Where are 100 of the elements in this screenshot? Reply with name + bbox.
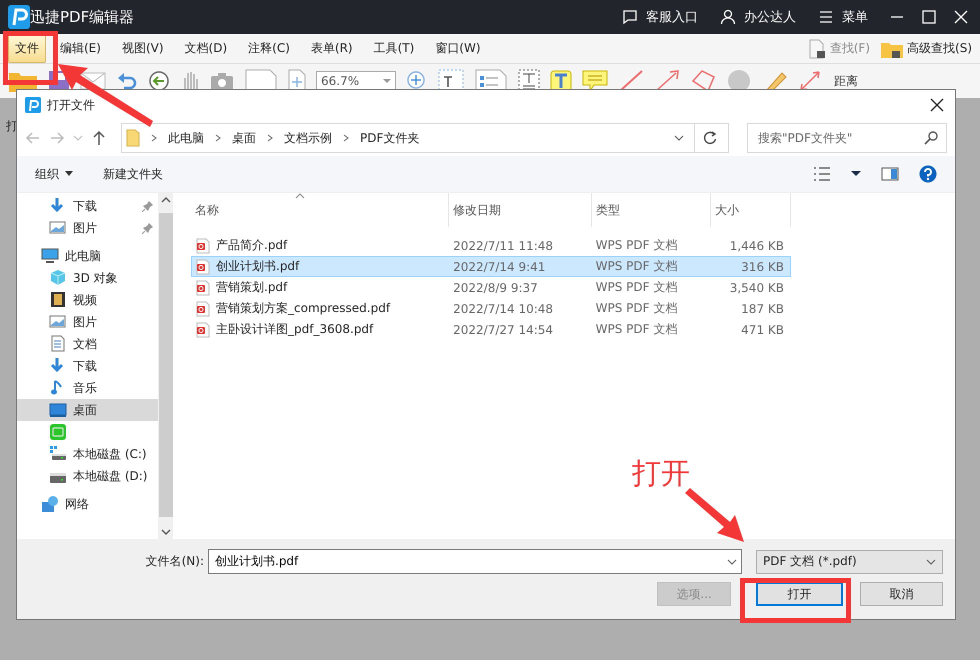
dropdown-caret-icon bbox=[727, 558, 737, 566]
menu-item[interactable]: 编辑(E) bbox=[53, 34, 108, 63]
organize-menu[interactable]: 组织 bbox=[35, 166, 73, 182]
nav-item[interactable]: 下载 bbox=[17, 195, 158, 217]
search-icon bbox=[924, 131, 938, 145]
file-type-dropdown[interactable]: PDF 文档 (*.pdf) bbox=[756, 550, 943, 574]
preview-pane-icon[interactable] bbox=[881, 167, 899, 181]
file-type: WPS PDF 文档 bbox=[594, 258, 678, 275]
pdf-file-icon bbox=[196, 300, 210, 316]
up-icon[interactable] bbox=[91, 130, 107, 146]
distance-label: 距离 bbox=[834, 72, 858, 90]
pdf-file-icon bbox=[196, 238, 210, 254]
monitor-icon bbox=[41, 247, 59, 265]
menu-item[interactable]: 文件 bbox=[8, 34, 46, 63]
help-icon[interactable] bbox=[919, 165, 937, 183]
text-tool-icon[interactable] bbox=[550, 70, 572, 92]
nav-item[interactable]: 网络 bbox=[17, 493, 158, 515]
nav-item[interactable]: 3D 对象 bbox=[17, 267, 158, 289]
app-icon bbox=[49, 423, 67, 441]
find-document-icon bbox=[806, 38, 827, 58]
menu-item[interactable]: 工具(T) bbox=[366, 34, 422, 63]
close-icon[interactable] bbox=[954, 10, 968, 24]
column-header[interactable]: 名称 bbox=[191, 193, 449, 227]
chevron-icon bbox=[266, 134, 274, 142]
breadcrumb-item[interactable]: 此电脑 bbox=[168, 130, 204, 146]
breadcrumb-item[interactable]: PDF文件夹 bbox=[360, 130, 420, 146]
file-name: 创业计划书.pdf bbox=[216, 258, 300, 275]
scrollbar[interactable] bbox=[158, 193, 173, 539]
caret-icon[interactable] bbox=[851, 171, 861, 177]
film-icon bbox=[49, 291, 67, 309]
column-header[interactable]: 大小 bbox=[711, 193, 791, 227]
nav-item[interactable]: 文档 bbox=[17, 333, 158, 355]
file-size: 1,446 KB bbox=[728, 238, 785, 252]
column-header[interactable]: 类型 bbox=[592, 193, 711, 227]
menu-item[interactable]: 视图(V) bbox=[114, 34, 171, 63]
file-type: WPS PDF 文档 bbox=[594, 237, 678, 254]
network-icon bbox=[41, 495, 59, 513]
cancel-button[interactable]: 取消 bbox=[860, 582, 943, 606]
pdf-file-icon bbox=[196, 280, 210, 296]
file-row[interactable]: 营销策划方案_compressed.pdf 2022/7/14 10:48 WPS PDF 文档 187 KB bbox=[191, 298, 791, 319]
file-name: 产品简介.pdf bbox=[216, 237, 288, 254]
undo-icon[interactable] bbox=[116, 71, 138, 91]
file-type: WPS PDF 文档 bbox=[594, 321, 678, 338]
file-date: 2022/7/14 9:41 bbox=[452, 260, 546, 274]
menu-item[interactable]: 表单(R) bbox=[304, 34, 360, 63]
zoom-dropdown[interactable]: 66.7% bbox=[316, 71, 396, 91]
menu-icon bbox=[818, 9, 834, 25]
header-link[interactable]: 办公达人 bbox=[720, 8, 796, 26]
file-row[interactable]: 创业计划书.pdf 2022/7/14 9:41 WPS PDF 文档 316 KB bbox=[191, 256, 791, 277]
search-box[interactable]: 搜索"PDF文件夹" bbox=[747, 123, 947, 153]
address-bar[interactable]: 此电脑 桌面 文档示例 PDF文件夹 bbox=[121, 123, 729, 153]
chevron-icon bbox=[150, 134, 158, 142]
menu-item[interactable]: 注释(C) bbox=[241, 34, 297, 63]
breadcrumb-item[interactable]: 桌面 bbox=[232, 130, 256, 146]
advanced-find-button[interactable]: 高级查找(S) bbox=[880, 38, 972, 58]
search-field[interactable]: 搜索"PDF文件夹" bbox=[756, 130, 924, 146]
file-type: WPS PDF 文档 bbox=[594, 279, 678, 296]
breadcrumb-item[interactable]: 文档示例 bbox=[284, 130, 332, 146]
menu-item[interactable]: 文档(D) bbox=[178, 34, 234, 63]
file-name: 营销策划.pdf bbox=[216, 279, 288, 296]
sort-caret-icon bbox=[295, 193, 305, 199]
file-date: 2022/7/14 10:48 bbox=[452, 302, 554, 316]
file-row[interactable]: 主卧设计详图_pdf_3608.pdf 2022/7/27 14:54 WPS PDF 文档 471 KB bbox=[191, 319, 791, 340]
file-date: 2022/7/11 11:48 bbox=[452, 238, 554, 252]
pdf-file-icon bbox=[196, 258, 210, 274]
nav-item[interactable]: 本地磁盘 (C:) bbox=[17, 443, 158, 465]
filename-box[interactable]: 创业计划书.pdf bbox=[208, 549, 742, 574]
filename-field[interactable]: 创业计划书.pdf bbox=[213, 554, 727, 570]
nav-item[interactable]: 图片 bbox=[17, 217, 158, 239]
file-date: 2022/8/9 9:37 bbox=[452, 280, 539, 294]
file-row[interactable]: 营销策划.pdf 2022/8/9 9:37 WPS PDF 文档 3,540 KB bbox=[191, 277, 791, 298]
menu-item[interactable]: 窗口(W) bbox=[428, 34, 488, 63]
cube-icon bbox=[49, 269, 67, 287]
caret-icon bbox=[65, 171, 73, 177]
file-row[interactable]: 产品简介.pdf 2022/7/11 11:48 WPS PDF 文档 1,446 KB bbox=[191, 235, 791, 256]
open-button[interactable]: 打开 bbox=[756, 582, 843, 606]
nav-item[interactable]: 下载 bbox=[17, 355, 158, 377]
file-type: WPS PDF 文档 bbox=[594, 300, 678, 317]
maximize-icon[interactable] bbox=[922, 10, 936, 24]
header-link[interactable]: 菜单 bbox=[818, 8, 868, 26]
dropdown-caret-icon bbox=[926, 558, 936, 566]
view-list-icon[interactable] bbox=[813, 166, 831, 182]
filename-label: 文件名(N): bbox=[146, 553, 204, 570]
nav-item[interactable]: 桌面 bbox=[17, 399, 158, 421]
file-size: 187 KB bbox=[740, 302, 785, 316]
pdf-file-icon bbox=[196, 322, 210, 338]
column-header[interactable]: 修改日期 bbox=[449, 193, 592, 227]
nav-item[interactable]: 图片 bbox=[17, 311, 158, 333]
camera-icon[interactable] bbox=[210, 71, 234, 91]
header-link[interactable]: 客服入口 bbox=[622, 8, 698, 26]
nav-item[interactable]: 视频 bbox=[17, 289, 158, 311]
folder-icon bbox=[126, 129, 140, 147]
file-size: 471 KB bbox=[740, 322, 785, 336]
app-logo-icon bbox=[8, 5, 30, 29]
new-folder-button[interactable]: 新建文件夹 bbox=[103, 166, 163, 182]
nav-item[interactable]: 本地磁盘 (D:) bbox=[17, 465, 158, 487]
nav-item[interactable]: 音乐 bbox=[17, 377, 158, 399]
highlight-frame bbox=[3, 31, 58, 85]
nav-item[interactable]: 此电脑 bbox=[17, 245, 158, 267]
chevron-icon bbox=[214, 134, 222, 142]
